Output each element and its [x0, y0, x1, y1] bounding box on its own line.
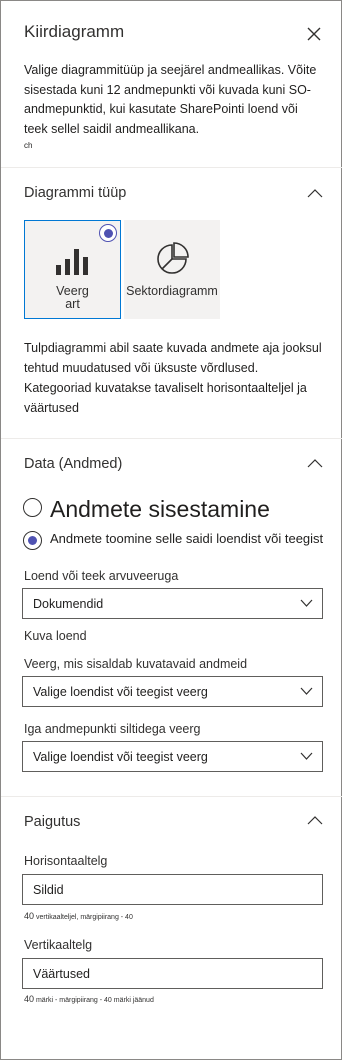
- bar-chart-icon: [56, 249, 88, 280]
- chevron-down-icon: [300, 687, 313, 695]
- chart-option-column[interactable]: Veerg art: [24, 220, 121, 319]
- column-dropdown-value: Valige loendist või teegist veerg: [33, 685, 208, 699]
- label-column-dropdown-value: Valige loendist või teegist veerg: [33, 750, 208, 764]
- chart-type-section-title: Diagrammi tüüp: [24, 185, 127, 201]
- description-text: Valige diagrammitüüp ja seejärel andmeal…: [24, 63, 317, 136]
- close-icon[interactable]: [305, 25, 323, 43]
- chevron-down-icon: [300, 599, 313, 607]
- list-dropdown[interactable]: Dokumendid: [22, 588, 323, 619]
- horizontal-counter-text: vertikaalteljel, märgipiirang - 40: [35, 914, 133, 921]
- horizontal-axis-input[interactable]: [23, 875, 322, 904]
- divider: [1, 796, 342, 797]
- vertical-axis-counter: 40 märki - märgipiirang - 40 märki jäänu…: [24, 994, 154, 1004]
- list-label: Loend või teek arvuveeruga: [24, 569, 179, 583]
- radio-manual-entry[interactable]: [23, 498, 42, 517]
- pie-chart-icon: [155, 242, 189, 281]
- radio-list-source-label[interactable]: Andmete toomine selle saidi loendist või…: [50, 531, 323, 546]
- divider: [1, 438, 342, 439]
- horizontal-axis-counter: 40 vertikaalteljel, märgipiirang - 40: [24, 911, 133, 921]
- description-tail: ch: [24, 141, 33, 150]
- selected-radio-icon: [99, 224, 117, 242]
- chart-option-column-label-2: art: [65, 297, 80, 311]
- panel-title: Kiirdiagramm: [24, 22, 125, 41]
- quick-chart-panel: Kiirdiagramm Valige diagrammitüüp ja see…: [0, 0, 342, 1060]
- radio-manual-entry-label[interactable]: Andmete sisestamine: [50, 496, 270, 523]
- chart-type-info: Tulpdiagrammi abil saate kuvada andmete …: [24, 341, 322, 415]
- divider: [1, 167, 342, 168]
- vertical-counter-num: 40: [24, 994, 35, 1004]
- layout-section-title: Paigutus: [24, 814, 81, 830]
- chart-option-pie-label: Sektordiagramm: [126, 284, 218, 298]
- chart-option-column-label-1: Veerg: [56, 284, 89, 298]
- horizontal-axis-label: Horisontaaltelg: [24, 854, 108, 868]
- chevron-down-icon: [300, 752, 313, 760]
- vertical-counter-text: märki - märgipiirang - 40 märki jäänud: [35, 997, 154, 1004]
- data-section-title: Data (Andmed): [24, 456, 123, 472]
- vertical-axis-field[interactable]: [22, 958, 323, 989]
- vertical-axis-input[interactable]: [23, 959, 322, 988]
- chevron-up-icon[interactable]: [307, 812, 323, 825]
- radio-list-source[interactable]: [23, 531, 42, 550]
- column-dropdown[interactable]: Valige loendist või teegist veerg: [22, 676, 323, 707]
- chevron-up-icon[interactable]: [307, 185, 323, 198]
- vertical-axis-label: Vertikaaltelg: [24, 938, 93, 952]
- list-dropdown-value: Dokumendid: [33, 597, 104, 611]
- chevron-up-icon[interactable]: [307, 455, 323, 468]
- horizontal-axis-field[interactable]: [22, 874, 323, 905]
- chart-option-pie[interactable]: Sektordiagramm: [124, 220, 220, 319]
- label-column-dropdown[interactable]: Valige loendist või teegist veerg: [22, 741, 323, 772]
- horizontal-counter-num: 40: [24, 911, 35, 921]
- column-label: Veerg, mis sisaldab kuvatavaid andmeid: [24, 657, 248, 671]
- show-list-link[interactable]: Kuva loend: [24, 629, 87, 643]
- panel-description: Valige diagrammitüüp ja seejärel andmeal…: [24, 61, 324, 153]
- label-column-label: Iga andmepunkti siltidega veerg: [24, 722, 201, 736]
